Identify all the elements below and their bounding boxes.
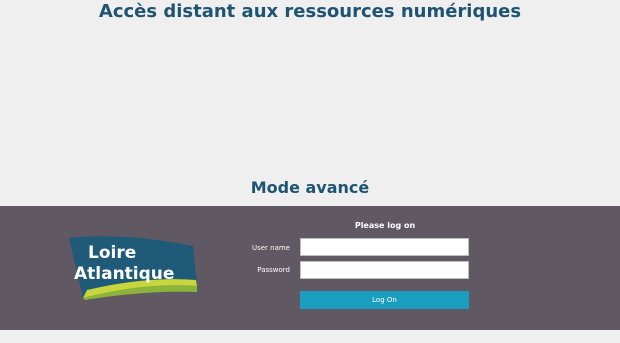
page-title: Accès distant aux ressources numériques [98, 1, 522, 22]
username-input[interactable] [300, 238, 469, 256]
login-prompt: Please log on [354, 221, 416, 230]
password-label: Password [257, 266, 290, 274]
mode-title: Mode avancé [250, 178, 370, 197]
log-on-button[interactable]: Log On [300, 291, 469, 309]
loire-atlantique-logo: Loire Atlantique [69, 236, 197, 300]
password-input[interactable] [300, 261, 469, 279]
logo-text-line1: Loire [88, 243, 136, 263]
logo-text-line2: Atlantique [74, 264, 174, 284]
login-panel: Loire Atlantique Please log on User name… [0, 206, 620, 330]
username-label: User name [251, 244, 290, 252]
